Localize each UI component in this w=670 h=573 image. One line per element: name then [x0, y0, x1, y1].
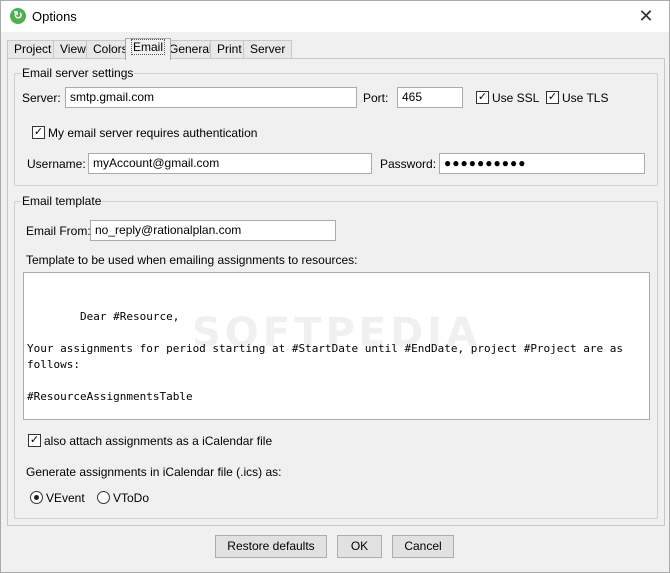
tab-label: Colors: [93, 42, 128, 56]
use-ssl-label: Use SSL: [492, 91, 540, 105]
vevent-radio[interactable]: [30, 491, 43, 504]
template-body-textarea[interactable]: SOFTPEDIA Dear #Resource, Your assignmen…: [23, 272, 650, 420]
port-label: Port:: [363, 91, 389, 105]
port-input[interactable]: 465: [397, 87, 463, 108]
tab-label: Project: [14, 42, 52, 56]
vtodo-radio[interactable]: [97, 491, 110, 504]
ical-attach-label: also attach assignments as a iCalendar f…: [44, 434, 273, 448]
ical-attach-checkbox[interactable]: ✓: [28, 434, 41, 447]
tab-label: Email: [130, 39, 166, 55]
options-dialog: ↻ Options ✕ Project View Colors Email Ge…: [0, 0, 670, 573]
use-ssl-checkbox[interactable]: ✓: [476, 91, 489, 104]
group-title: Email server settings: [21, 66, 135, 80]
ical-format-label: Generate assignments in iCalendar file (…: [26, 465, 282, 479]
email-from-input[interactable]: no_reply@rationalplan.com: [90, 220, 336, 241]
use-tls-checkbox[interactable]: ✓: [546, 91, 559, 104]
password-input[interactable]: ●●●●●●●●●●: [439, 153, 645, 174]
template-body-label: Template to be used when emailing assign…: [26, 253, 358, 267]
username-label: Username:: [27, 157, 86, 171]
username-input[interactable]: myAccount@gmail.com: [88, 153, 372, 174]
tab-project[interactable]: Project: [7, 40, 59, 59]
tab-label: General: [169, 42, 212, 56]
use-tls-label: Use TLS: [562, 91, 609, 105]
close-icon[interactable]: ✕: [623, 1, 669, 32]
title-bar: ↻ Options ✕: [1, 1, 669, 32]
template-body-text: Dear #Resource, Your assignments for per…: [27, 310, 624, 403]
window-title: Options: [32, 9, 77, 24]
auth-checkbox[interactable]: ✓: [32, 126, 45, 139]
email-from-label: Email From:: [26, 224, 91, 238]
restore-defaults-button[interactable]: Restore defaults: [215, 535, 327, 558]
vtodo-label: VToDo: [113, 491, 150, 505]
email-template-group: Email template Email From: no_reply@rati…: [14, 194, 658, 519]
tab-label: Server: [250, 42, 286, 56]
group-title: Email template: [21, 194, 103, 208]
ok-button[interactable]: OK: [337, 535, 382, 558]
tab-server[interactable]: Server: [243, 40, 293, 59]
auth-label: My email server requires authentication: [48, 126, 258, 140]
server-input[interactable]: smtp.gmail.com: [65, 87, 357, 108]
server-label: Server:: [22, 91, 61, 105]
password-label: Password:: [380, 157, 437, 171]
email-server-settings-group: Email server settings Server: smtp.gmail…: [14, 66, 658, 186]
tab-label: Print: [217, 42, 242, 56]
tab-email[interactable]: Email: [125, 38, 172, 60]
email-tab-panel: Email server settings Server: smtp.gmail…: [7, 58, 665, 526]
tab-label: View: [60, 42, 86, 56]
vevent-label: VEvent: [46, 491, 85, 505]
cancel-button[interactable]: Cancel: [392, 535, 454, 558]
rationalplan-icon: ↻: [10, 8, 26, 24]
